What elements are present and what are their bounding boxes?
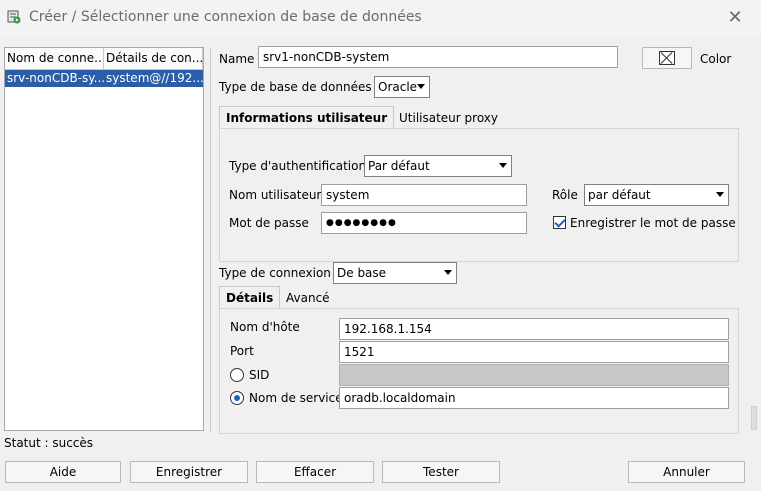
db-type-select[interactable]: Oracle [374, 76, 430, 98]
list-item[interactable]: srv-nonCDB-sy... system@//192... [5, 70, 203, 87]
connection-list[interactable]: Nom de conne... Détails de con... srv-no… [4, 47, 204, 431]
connection-name-cell: srv-nonCDB-sy... [7, 71, 104, 85]
host-input[interactable]: 192.168.1.154 [339, 318, 729, 340]
service-name-radio[interactable] [230, 391, 244, 405]
role-value: par défaut [588, 188, 651, 202]
column-header-name[interactable]: Nom de conne... [5, 48, 104, 69]
db-type-label: Type de base de données [219, 80, 372, 94]
tab-user-info[interactable]: Informations utilisateur [219, 106, 395, 130]
save-password-checkbox[interactable] [553, 216, 566, 229]
role-select[interactable]: par défaut [584, 184, 729, 206]
name-label: Name [219, 52, 255, 66]
chevron-down-icon [417, 84, 425, 89]
connection-list-header: Nom de conne... Détails de con... [5, 48, 203, 70]
chevron-down-icon [716, 192, 724, 197]
save-button[interactable]: Enregistrer [130, 461, 248, 483]
username-input[interactable]: system [321, 184, 527, 206]
chevron-down-icon [499, 163, 507, 168]
port-label: Port [230, 344, 254, 358]
color-button[interactable] [642, 47, 692, 69]
help-button[interactable]: Aide [5, 461, 121, 483]
service-name-input[interactable]: oradb.localdomain [339, 387, 729, 409]
auth-type-value: Par défaut [368, 159, 430, 173]
port-input[interactable]: 1521 [339, 341, 729, 363]
connection-details-cell: system@//192... [106, 71, 203, 85]
auth-type-label: Type d'authentification [229, 159, 367, 173]
username-label: Nom utilisateur [229, 188, 322, 202]
divider [210, 47, 211, 433]
host-label: Nom d'hôte [230, 320, 300, 334]
conn-type-value: De base [337, 266, 387, 280]
name-input[interactable]: srv1-nonCDB-system [258, 46, 618, 68]
db-type-value: Oracle [378, 80, 418, 94]
color-picker-icon [659, 51, 675, 65]
cancel-button[interactable]: Annuler [628, 461, 745, 483]
status-text: Statut : succès [4, 436, 94, 450]
save-password-label: Enregistrer le mot de passe [570, 216, 736, 230]
conn-type-label: Type de connexion [219, 266, 331, 280]
sid-input[interactable] [339, 364, 729, 386]
service-name-label: Nom de service [249, 391, 343, 405]
scrollbar[interactable] [751, 406, 757, 430]
close-icon[interactable]: ✕ [720, 4, 750, 32]
title-bar: Créer / Sélectionner une connexion de ba… [0, 0, 761, 36]
password-input[interactable]: ●●●●●●●● [321, 212, 527, 234]
test-button[interactable]: Tester [382, 461, 500, 483]
clear-button[interactable]: Effacer [256, 461, 374, 483]
sid-label: SID [249, 368, 270, 382]
password-label: Mot de passe [229, 216, 309, 230]
chevron-down-icon [444, 270, 452, 275]
auth-type-select[interactable]: Par défaut [364, 155, 512, 177]
column-header-details[interactable]: Détails de con... [104, 48, 203, 69]
sid-radio[interactable] [230, 368, 244, 382]
color-label: Color [700, 52, 732, 66]
tab-details[interactable]: Détails [219, 286, 281, 310]
role-label: Rôle [552, 188, 578, 202]
window-title: Créer / Sélectionner une connexion de ba… [29, 9, 422, 25]
database-connection-icon [7, 10, 21, 24]
conn-type-select[interactable]: De base [333, 262, 457, 284]
